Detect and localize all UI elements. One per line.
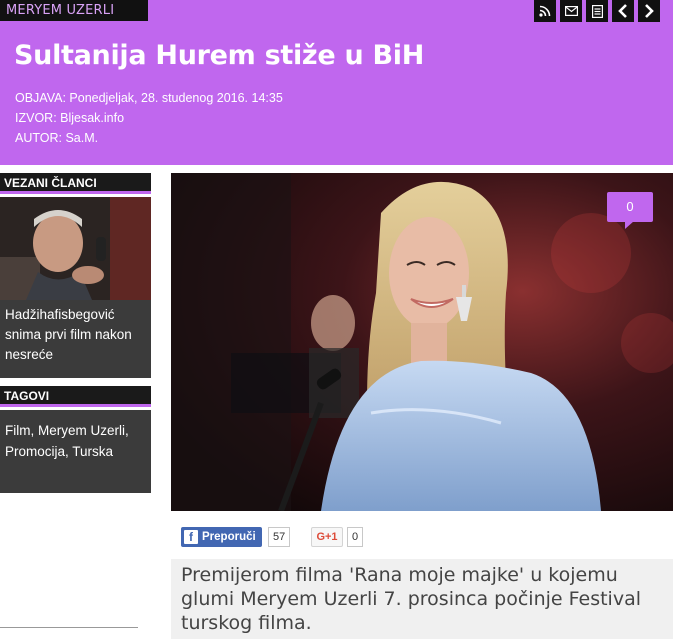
facebook-recommend-button[interactable]: f Preporuči [181, 527, 262, 547]
header-toolbar [534, 0, 660, 22]
mail-icon[interactable] [560, 0, 582, 22]
google-plus-button[interactable]: G+1 [311, 527, 343, 547]
article-header: MERYEM UZERLI Sultanija Hurem stiže u Bi… [0, 0, 673, 165]
google-plus-count: 0 [347, 527, 364, 547]
article-photo [171, 173, 673, 511]
rss-icon[interactable] [534, 0, 556, 22]
article-meta: OBJAVA: Ponedjeljak, 28. studenog 2016. … [15, 88, 283, 148]
facebook-icon: f [184, 530, 198, 544]
next-arrow-icon[interactable] [638, 0, 660, 22]
facebook-button-label: Preporuči [202, 531, 256, 543]
article-source: IZVOR: Bljesak.info [15, 111, 125, 125]
print-icon[interactable] [586, 0, 608, 22]
related-articles-heading: VEZANI ČLANCI [0, 173, 151, 194]
facebook-count: 57 [268, 527, 291, 547]
comment-count-bubble[interactable]: 0 [607, 192, 653, 229]
sidebar-divider [0, 627, 138, 628]
share-bar: f Preporuči 57 G+1 0 [171, 515, 673, 559]
related-article-thumbnail[interactable] [0, 197, 151, 300]
related-article-title[interactable]: Hadžihafisbegović snima prvi film nakon … [0, 300, 151, 378]
tags-heading: TAGOVI [0, 386, 151, 407]
article-title: Sultanija Hurem stiže u BiH [14, 40, 424, 71]
prev-arrow-icon[interactable] [612, 0, 634, 22]
publish-date: OBJAVA: Ponedjeljak, 28. studenog 2016. … [15, 91, 283, 105]
category-tag[interactable]: MERYEM UZERLI [0, 0, 148, 21]
tags-list[interactable]: Film, Meryem Uzerli, Promocija, Turska [0, 410, 151, 493]
article-lead: Premijerom filma 'Rana moje majke' u koj… [181, 564, 641, 634]
article-author: AUTOR: Sa.M. [15, 131, 99, 145]
